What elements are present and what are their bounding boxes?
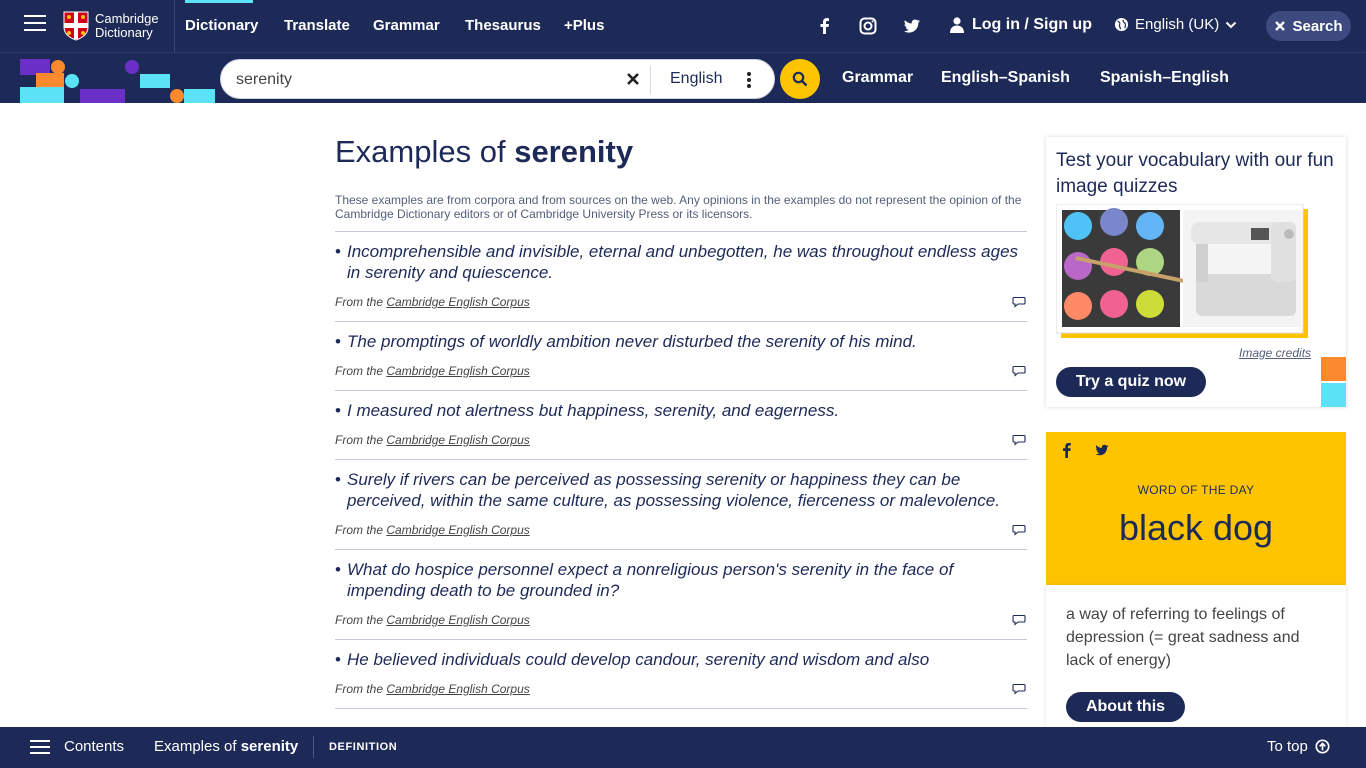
dictionary-selector[interactable]: English [670, 70, 722, 88]
examples-list: Incomprehensible and invisible, eternal … [335, 231, 1027, 709]
definition-link[interactable]: DEFINITION [329, 741, 397, 753]
wotd-definition-card: a way of referring to feelings of depres… [1046, 585, 1346, 728]
corpus-link[interactable]: Cambridge English Corpus [386, 295, 529, 309]
nav-plus[interactable]: +Plus [564, 17, 604, 34]
quiz-card: Test your vocabulary with our fun image … [1046, 137, 1346, 407]
sewing-machine-image [1183, 210, 1301, 327]
corpus-link[interactable]: Cambridge English Corpus [386, 682, 529, 696]
comment-icon[interactable] [1012, 614, 1026, 626]
menu-icon[interactable] [24, 15, 46, 33]
example-item: Surely if rivers can be perceived as pos… [335, 460, 1027, 550]
disclaimer: These examples are from corpora and from… [335, 193, 1022, 221]
example-item: What do hospice personnel expect a nonre… [335, 550, 1027, 640]
bottom-bar: Contents Examples of serenity DEFINITION… [0, 727, 1366, 768]
example-source: From the Cambridge English Corpus [335, 682, 530, 696]
nav-grammar[interactable]: Grammar [373, 17, 440, 34]
decorative-blocks [20, 59, 215, 103]
cambridge-logo[interactable]: Cambridge Dictionary [63, 9, 159, 43]
clear-search-icon[interactable] [623, 69, 643, 89]
comment-icon[interactable] [1012, 434, 1026, 446]
wotd-label: WORD OF THE DAY [1137, 483, 1255, 497]
example-source: From the Cambridge English Corpus [335, 523, 530, 537]
contents-link[interactable]: Contents [64, 738, 124, 755]
search-toggle-button[interactable]: Search [1266, 11, 1351, 41]
nav-dictionary[interactable]: Dictionary [185, 17, 258, 34]
example-item: The promptings of worldly ambition never… [335, 322, 1027, 391]
examples-nav-link[interactable]: Examples of serenity [154, 738, 298, 755]
nav-thesaurus[interactable]: Thesaurus [465, 17, 541, 34]
search-icon [792, 71, 808, 87]
corpus-link[interactable]: Cambridge English Corpus [386, 433, 529, 447]
search-box: English [220, 59, 775, 99]
search-divider [650, 66, 651, 94]
search-input[interactable] [236, 68, 616, 92]
comment-icon[interactable] [1012, 296, 1026, 308]
search-row: English Grammar English–Spanish Spanish–… [0, 52, 1366, 103]
logo-text: Cambridge Dictionary [95, 11, 159, 40]
example-source: From the Cambridge English Corpus [335, 295, 530, 309]
example-sentence: Surely if rivers can be perceived as pos… [335, 469, 1027, 511]
corpus-link[interactable]: Cambridge English Corpus [386, 613, 529, 627]
arrow-up-circle-icon [1315, 739, 1330, 754]
example-sentence: What do hospice personnel expect a nonre… [335, 559, 1027, 601]
chevron-down-icon [1225, 21, 1237, 28]
twitter-share-icon[interactable] [1094, 442, 1110, 458]
login-label: Log in / Sign up [972, 16, 1092, 33]
comment-icon[interactable] [1012, 683, 1026, 695]
to-top-button[interactable]: To top [1267, 738, 1330, 755]
comment-icon[interactable] [1012, 365, 1026, 377]
example-item: I measured not alertness but happiness, … [335, 391, 1027, 460]
to-top-label: To top [1267, 738, 1308, 755]
page-title: Examples of serenity [335, 134, 634, 169]
bottom-divider [313, 736, 314, 758]
facebook-icon[interactable] [815, 16, 835, 36]
corpus-link[interactable]: Cambridge English Corpus [386, 523, 529, 537]
example-sentence: I measured not alertness but happiness, … [335, 400, 1027, 421]
example-sentence: Incomprehensible and invisible, eternal … [335, 241, 1027, 283]
facebook-share-icon[interactable] [1060, 442, 1074, 458]
user-icon [950, 17, 964, 33]
login-link[interactable]: Log in / Sign up [950, 16, 1092, 34]
decorative-side-blocks [1321, 357, 1346, 407]
globe-icon [1114, 17, 1129, 32]
example-item: Incomprehensible and invisible, eternal … [335, 232, 1027, 322]
example-source: From the Cambridge English Corpus [335, 613, 530, 627]
language-label: English (UK) [1135, 16, 1220, 33]
example-sentence: He believed individuals could develop ca… [335, 649, 1027, 670]
top-navigation-bar: Cambridge Dictionary Dictionary Translat… [0, 0, 1366, 52]
search-toggle-label: Search [1292, 17, 1343, 35]
instagram-icon[interactable] [858, 16, 878, 36]
more-options-icon[interactable] [741, 70, 757, 90]
wotd-word[interactable]: black dog [1046, 507, 1346, 549]
comment-icon[interactable] [1012, 524, 1026, 536]
grammar-link[interactable]: Grammar [842, 69, 913, 87]
twitter-icon[interactable] [902, 16, 922, 36]
search-submit-button[interactable] [780, 59, 820, 99]
examples-section: Examples of serenity These examples are … [335, 103, 1027, 728]
about-this-button[interactable]: About this [1066, 692, 1185, 722]
wotd-definition: a way of referring to feelings of depres… [1066, 606, 1300, 669]
english-spanish-link[interactable]: English–Spanish [941, 69, 1070, 87]
contents-menu-icon[interactable] [30, 740, 50, 754]
language-selector[interactable]: English (UK) [1114, 16, 1237, 33]
word-of-the-day-card: WORD OF THE DAY black dog [1046, 432, 1346, 585]
example-item: He believed individuals could develop ca… [335, 640, 1027, 709]
example-sentence: The promptings of worldly ambition never… [335, 331, 1027, 352]
try-quiz-button[interactable]: Try a quiz now [1056, 367, 1206, 397]
example-source: From the Cambridge English Corpus [335, 364, 530, 378]
example-source: From the Cambridge English Corpus [335, 433, 530, 447]
nav-divider [174, 0, 175, 52]
quiz-title: Test your vocabulary with our fun image … [1056, 150, 1334, 197]
quiz-images[interactable] [1056, 204, 1308, 338]
nav-translate[interactable]: Translate [284, 17, 350, 34]
image-credits-link[interactable]: Image credits [1239, 346, 1311, 360]
close-icon [1275, 21, 1286, 31]
paint-palette-image [1062, 208, 1184, 327]
corpus-link[interactable]: Cambridge English Corpus [386, 364, 529, 378]
active-tab-indicator [185, 0, 253, 3]
spanish-english-link[interactable]: Spanish–English [1100, 69, 1229, 87]
cambridge-crest-icon [63, 11, 89, 41]
